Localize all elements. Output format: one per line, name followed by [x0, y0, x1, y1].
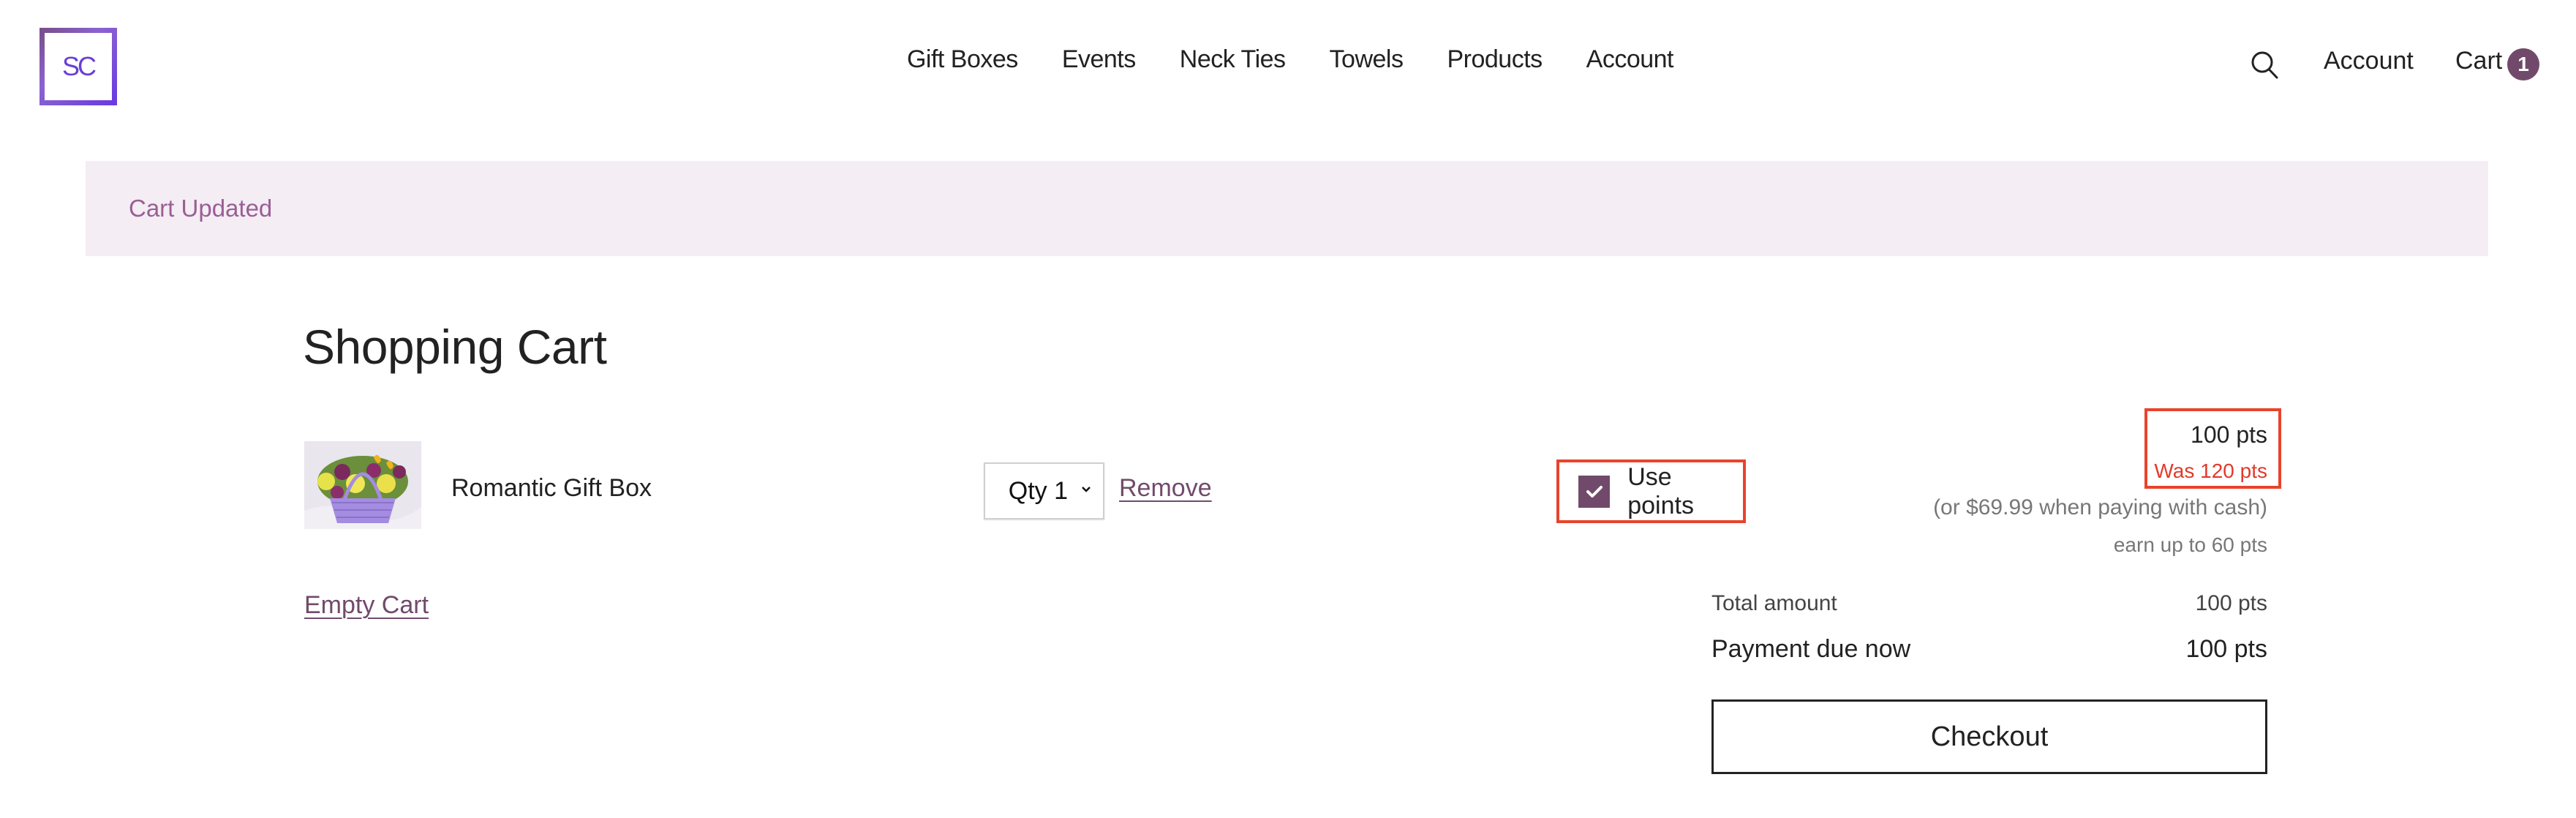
use-points-checkbox[interactable]: [1578, 475, 1611, 508]
main-nav: Gift Boxes Events Neck Ties Towels Produ…: [0, 45, 2576, 74]
header-cart-link[interactable]: Cart: [2455, 47, 2502, 75]
nav-account[interactable]: Account: [1586, 45, 1674, 74]
use-points-label: Use points: [1627, 462, 1694, 519]
nav-gift-boxes[interactable]: Gift Boxes: [907, 45, 1018, 74]
item-earn-points: earn up to 60 pts: [2113, 533, 2267, 556]
item-cash-price: (or $69.99 when paying with cash): [1933, 495, 2267, 519]
item-original-price: Was 120 pts: [2154, 459, 2267, 482]
item-price-points: 100 pts: [2191, 421, 2267, 448]
total-amount-row: Total amount 100 pts: [1711, 591, 2267, 616]
use-points-toggle[interactable]: Use points: [1556, 459, 1746, 523]
search-icon[interactable]: [2250, 50, 2279, 80]
empty-cart-link[interactable]: Empty Cart: [304, 591, 429, 620]
nav-products[interactable]: Products: [1447, 45, 1543, 74]
total-amount-label: Total amount: [1711, 591, 1837, 615]
quantity-value: Qty 1: [1008, 476, 1068, 505]
nav-neck-ties[interactable]: Neck Ties: [1180, 45, 1286, 74]
remove-item-link[interactable]: Remove: [1119, 474, 1212, 503]
total-amount-value: 100 pts: [2195, 591, 2267, 615]
payment-due-value: 100 pts: [2185, 635, 2267, 663]
payment-due-label: Payment due now: [1711, 635, 1911, 663]
quantity-select[interactable]: Qty 1: [984, 462, 1104, 519]
product-name[interactable]: Romantic Gift Box: [451, 474, 652, 503]
chevron-down-icon: [1081, 484, 1091, 495]
nav-towels[interactable]: Towels: [1330, 45, 1404, 74]
checkmark-icon: [1586, 485, 1603, 498]
banner-message: Cart Updated: [129, 195, 273, 222]
payment-due-row: Payment due now 100 pts: [1711, 635, 2267, 664]
nav-events[interactable]: Events: [1062, 45, 1136, 74]
cart-count-badge[interactable]: 1: [2507, 48, 2539, 80]
header-account-link[interactable]: Account: [2324, 47, 2414, 75]
product-image[interactable]: [304, 441, 421, 529]
page-title: Shopping Cart: [303, 320, 607, 374]
checkout-button[interactable]: Checkout: [1711, 699, 2267, 774]
cart-updated-banner: Cart Updated: [86, 161, 2488, 256]
